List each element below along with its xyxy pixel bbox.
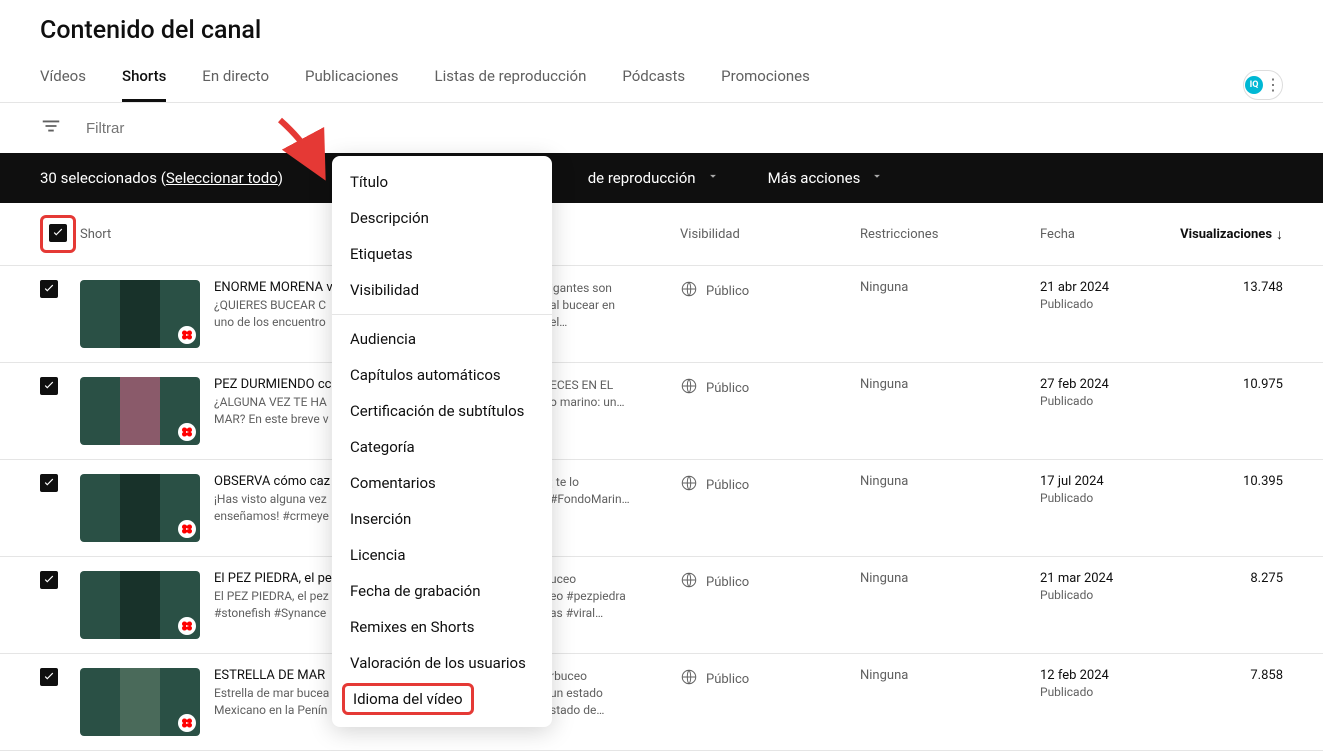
column-visibility[interactable]: Visibilidad <box>680 227 860 242</box>
menu-item-inserci-n[interactable]: Inserción <box>332 501 552 537</box>
chevron-down-icon <box>706 169 720 187</box>
row-checkbox[interactable] <box>40 377 58 395</box>
video-description-fragment: igantes sonal bucear en el… <box>550 280 630 330</box>
row-checkbox[interactable] <box>40 280 58 298</box>
tab-en-directo[interactable]: En directo <box>202 67 269 102</box>
tab-pódcasts[interactable]: Pódcasts <box>622 67 685 102</box>
restrictions-cell: Ninguna <box>860 474 1040 489</box>
menu-item-fecha-de-grabaci-n[interactable]: Fecha de grabación <box>332 573 552 609</box>
menu-item-visibilidad[interactable]: Visibilidad <box>332 272 552 308</box>
menu-item-remixes-en-shorts[interactable]: Remixes en Shorts <box>332 609 552 645</box>
date-cell: 21 abr 2024 Publicado <box>1040 280 1180 311</box>
iq-icon: IQ <box>1245 76 1263 94</box>
video-description-fragment: ¡ te lo#FondoMarin… <box>550 474 630 508</box>
date-cell: 27 feb 2024 Publicado <box>1040 377 1180 408</box>
date-cell: 17 jul 2024 Publicado <box>1040 474 1180 505</box>
views-cell: 13.748 <box>1180 280 1283 295</box>
globe-icon <box>680 571 698 593</box>
selection-action-bar: 30 seleccionados (Seleccionar todo) Edit… <box>0 153 1323 203</box>
more-actions-dropdown[interactable]: Más acciones <box>768 169 885 187</box>
menu-item-descripci-n[interactable]: Descripción <box>332 200 552 236</box>
table-row: El PEZ PIEDRA, el pe El PEZ PIEDRA, el p… <box>0 557 1323 654</box>
menu-item-certificaci-n-de-subt-tulos[interactable]: Certificación de subtítulos <box>332 393 552 429</box>
globe-icon <box>680 474 698 496</box>
menu-item-audiencia[interactable]: Audiencia <box>332 321 552 357</box>
visibility-cell[interactable]: Público <box>680 474 860 496</box>
restrictions-cell: Ninguna <box>860 280 1040 295</box>
tab-listas-de-reproducción[interactable]: Listas de reproducción <box>435 67 587 102</box>
column-date[interactable]: Fecha <box>1040 227 1180 242</box>
views-cell: 8.275 <box>1180 571 1283 586</box>
row-checkbox[interactable] <box>40 474 58 492</box>
restrictions-cell: Ninguna <box>860 668 1040 683</box>
video-description-fragment: rbuceoun estadostado de… <box>550 668 630 718</box>
menu-item-idioma-del-video[interactable]: Idioma del vídeo <box>342 683 474 715</box>
selection-count: 30 seleccionados (Seleccionar todo) <box>40 169 283 187</box>
tab-promociones[interactable]: Promociones <box>721 67 810 102</box>
views-cell: 7.858 <box>1180 668 1283 683</box>
filter-input[interactable] <box>86 120 1283 137</box>
globe-icon <box>680 668 698 690</box>
column-restrictions[interactable]: Restricciones <box>860 227 1040 242</box>
select-all-checkbox[interactable] <box>49 224 67 242</box>
shorts-badge-icon <box>178 617 196 635</box>
visibility-cell[interactable]: Público <box>680 668 860 690</box>
date-cell: 21 mar 2024 Publicado <box>1040 571 1180 602</box>
video-thumbnail[interactable] <box>80 668 200 736</box>
menu-item-categor-a[interactable]: Categoría <box>332 429 552 465</box>
table-row: ESTRELLA DE MAR Estrella de mar buceaMex… <box>0 654 1323 751</box>
menu-item-licencia[interactable]: Licencia <box>332 537 552 573</box>
views-cell: 10.395 <box>1180 474 1283 489</box>
annotation-highlight-checkbox <box>40 215 76 253</box>
table-row: ENORME MORENA v ¿QUIERES BUCEAR Cuno de … <box>0 266 1323 363</box>
chevron-down-icon <box>870 169 884 187</box>
shorts-badge-icon <box>178 326 196 344</box>
select-all-link[interactable]: Seleccionar todo <box>166 169 278 187</box>
shorts-badge-icon <box>178 423 196 441</box>
menu-item-cap-tulos-autom-ticos[interactable]: Capítulos automáticos <box>332 357 552 393</box>
video-description-fragment: ECES EN ELo marino: un… <box>550 377 630 411</box>
sort-desc-icon: ↓ <box>1276 226 1283 243</box>
column-views[interactable]: Visualizaciones↓ <box>1180 226 1283 243</box>
visibility-cell[interactable]: Público <box>680 280 860 302</box>
video-thumbnail[interactable] <box>80 377 200 445</box>
restrictions-cell: Ninguna <box>860 377 1040 392</box>
add-to-playlist-dropdown[interactable]: de reproducción <box>588 169 720 187</box>
date-cell: 12 feb 2024 Publicado <box>1040 668 1180 699</box>
menu-item-t-tulo[interactable]: Título <box>332 164 552 200</box>
menu-item-valoraci-n-de-los-usuarios[interactable]: Valoración de los usuarios <box>332 645 552 681</box>
table-header: Short Visibilidad Restricciones Fecha Vi… <box>0 203 1323 266</box>
visibility-cell[interactable]: Público <box>680 571 860 593</box>
menu-item-comentarios[interactable]: Comentarios <box>332 465 552 501</box>
tab-vídeos[interactable]: Vídeos <box>40 67 86 102</box>
video-description-fragment: uceoeo #pezpiedraas #viral… <box>550 571 630 621</box>
filter-row <box>0 103 1323 153</box>
video-thumbnail[interactable] <box>80 280 200 348</box>
row-checkbox[interactable] <box>40 668 58 686</box>
row-checkbox[interactable] <box>40 571 58 589</box>
tab-publicaciones[interactable]: Publicaciones <box>305 67 399 102</box>
video-thumbnail[interactable] <box>80 474 200 542</box>
table-row: PEZ DURMIENDO cc ¿ALGUNA VEZ TE HAMAR? E… <box>0 363 1323 460</box>
edit-dropdown-menu: TítuloDescripciónEtiquetasVisibilidad Aud… <box>332 156 552 727</box>
extension-badge[interactable]: IQ ⋮ <box>1243 70 1283 100</box>
filter-icon[interactable] <box>40 115 62 141</box>
restrictions-cell: Ninguna <box>860 571 1040 586</box>
shorts-badge-icon <box>178 714 196 732</box>
visibility-cell[interactable]: Público <box>680 377 860 399</box>
page-title: Contenido del canal <box>0 0 1323 53</box>
tab-shorts[interactable]: Shorts <box>122 67 166 102</box>
tabs-bar: Vídeos Shorts En directo Publicaciones Lista… <box>0 53 1323 103</box>
shorts-badge-icon <box>178 520 196 538</box>
table-row: OBSERVA cómo caz ¡Has visto alguna vezen… <box>0 460 1323 557</box>
video-thumbnail[interactable] <box>80 571 200 639</box>
globe-icon <box>680 377 698 399</box>
globe-icon <box>680 280 698 302</box>
views-cell: 10.975 <box>1180 377 1283 392</box>
menu-item-etiquetas[interactable]: Etiquetas <box>332 236 552 272</box>
